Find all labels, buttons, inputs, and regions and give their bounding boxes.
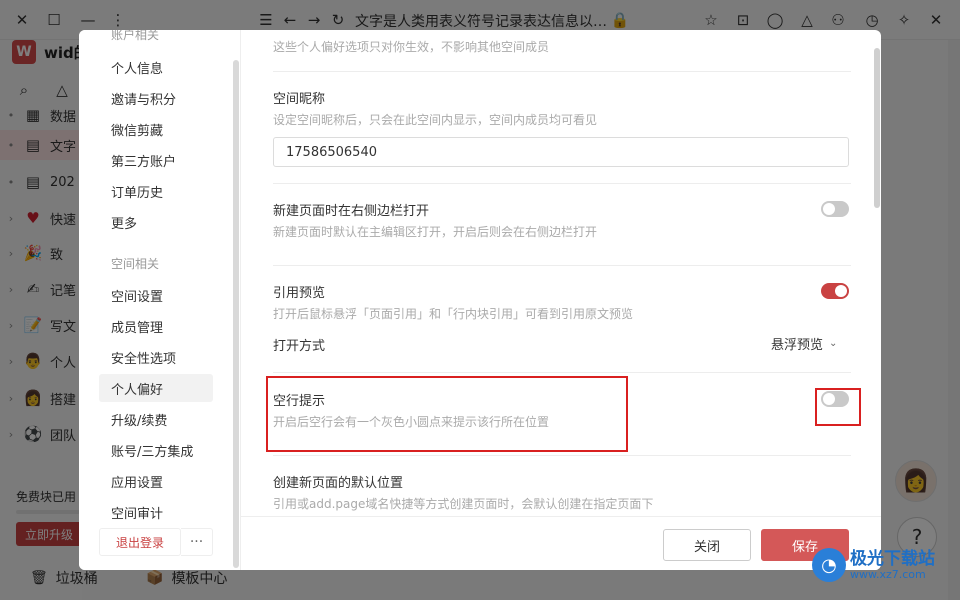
new-page-sidebar-description: 新建页面时默认在主编辑区打开，开启后则会在右侧边栏打开 <box>273 225 598 239</box>
close-button[interactable]: 关闭 <box>663 529 751 561</box>
nickname-input[interactable]: 17586506540 <box>273 137 849 167</box>
nav-item-profile[interactable]: 个人信息 <box>99 53 213 81</box>
new-page-location-description: 引用或add.page域名快捷等方式创建页面时，会默认创建在指定页面下 <box>273 497 654 511</box>
quote-preview-description: 打开后鼠标悬浮「页面引用」和「行内块引用」可看到引用原文预览 <box>273 307 634 321</box>
preferences-description: 这些个人偏好选项只对你生效，不影响其他空间成员 <box>273 40 550 54</box>
new-page-sidebar-toggle[interactable] <box>821 201 849 217</box>
highlight-box-toggle <box>815 388 861 426</box>
settings-content: 这些个人偏好选项只对你生效，不影响其他空间成员 空间昵称 设定空间昵称后，只会在… <box>241 30 881 516</box>
highlight-box-setting <box>266 376 628 452</box>
logout-button[interactable]: 退出登录 <box>99 528 181 556</box>
nav-item-space-settings[interactable]: 空间设置 <box>99 281 213 309</box>
more-options-button[interactable]: ··· <box>181 528 213 556</box>
nav-item-integrations[interactable]: 账号/三方集成 <box>99 436 213 464</box>
nav-item-third-party[interactable]: 第三方账户 <box>99 146 213 174</box>
new-page-location-label: 创建新页面的默认位置 <box>273 476 404 491</box>
nav-group-space: 空间相关 <box>111 257 160 271</box>
nav-item-audit[interactable]: 空间审计 <box>99 498 213 526</box>
nav-item-security[interactable]: 安全性选项 <box>99 343 213 371</box>
nav-item-members[interactable]: 成员管理 <box>99 312 213 340</box>
nickname-description: 设定空间昵称后，只会在此空间内显示，空间内成员均可看见 <box>273 113 598 127</box>
nav-scrollbar[interactable] <box>233 60 239 568</box>
divider <box>273 265 851 266</box>
settings-nav: 账户相关 个人信息 邀请与积分 微信剪藏 第三方账户 订单历史 更多 空间相关 … <box>79 30 241 570</box>
nav-item-invite[interactable]: 邀请与积分 <box>99 84 213 112</box>
divider <box>273 71 851 72</box>
divider <box>273 372 851 373</box>
quote-preview-toggle[interactable] <box>821 283 849 299</box>
settings-modal: 账户相关 个人信息 邀请与积分 微信剪藏 第三方账户 订单历史 更多 空间相关 … <box>79 30 881 570</box>
divider <box>273 455 851 456</box>
watermark-name: 极光下载站 <box>850 548 935 569</box>
quote-preview-label: 引用预览 <box>273 286 326 301</box>
divider <box>273 183 851 184</box>
content-scrollbar[interactable] <box>874 48 880 208</box>
open-mode-select[interactable]: 悬浮预览 ⌄ <box>771 334 837 353</box>
modal-footer: 关闭 保存 <box>241 516 881 570</box>
chevron-down-icon: ⌄ <box>829 338 838 349</box>
nickname-label: 空间昵称 <box>273 92 326 107</box>
nav-item-wechat[interactable]: 微信剪藏 <box>99 115 213 143</box>
watermark: ◔ 极光下载站 www.xz7.com <box>812 548 935 582</box>
nav-item-app-settings[interactable]: 应用设置 <box>99 467 213 495</box>
nav-item-more[interactable]: 更多 <box>99 208 213 236</box>
open-mode-label: 打开方式 <box>273 339 326 354</box>
nav-item-preferences[interactable]: 个人偏好 <box>99 374 213 402</box>
watermark-logo-icon: ◔ <box>812 548 846 582</box>
nav-group-account: 账户相关 <box>111 30 160 42</box>
open-mode-value: 悬浮预览 <box>771 338 824 353</box>
new-page-sidebar-label: 新建页面时在右侧边栏打开 <box>273 204 430 219</box>
nav-item-upgrade[interactable]: 升级/续费 <box>99 405 213 433</box>
nav-item-orders[interactable]: 订单历史 <box>99 177 213 205</box>
watermark-url: www.xz7.com <box>850 567 926 581</box>
